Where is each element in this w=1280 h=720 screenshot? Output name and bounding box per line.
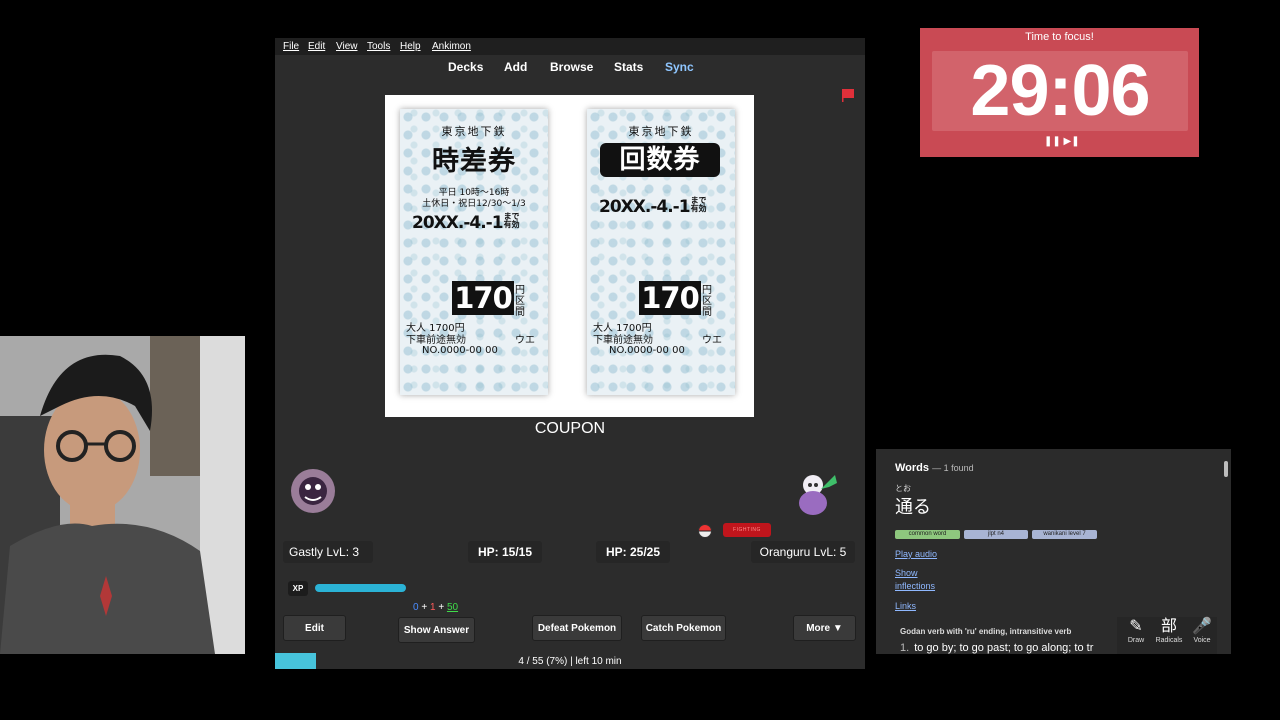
ticket-price: 170 — [639, 281, 701, 315]
dictionary-panel: Words — 1 found とお 通る common word jlpt n… — [876, 449, 1231, 654]
stats-link[interactable]: Stats — [614, 60, 643, 74]
learn-count: 1 — [429, 602, 436, 613]
ticket-date: 20XX.-4.-1 — [599, 197, 691, 217]
defeat-pokemon-button[interactable]: Defeat Pokemon — [532, 615, 622, 641]
timer-title: Time to focus! — [1025, 31, 1094, 43]
words-title: Words — [895, 462, 930, 474]
scrollbar[interactable] — [1224, 461, 1228, 477]
menu-file[interactable]: File — [283, 41, 299, 52]
edit-button[interactable]: Edit — [283, 615, 346, 641]
review-count: 50 — [446, 602, 459, 613]
show-link[interactable]: Show — [895, 568, 918, 578]
flag-icon[interactable] — [841, 88, 855, 102]
part-of-speech: Godan verb with 'ru' ending, intransitiv… — [900, 627, 1072, 636]
decks-link[interactable]: Decks — [448, 60, 483, 74]
menu-edit[interactable]: Edit — [308, 41, 325, 52]
words-header: Words — 1 found — [895, 462, 974, 474]
ticket-date-suffix: まで有効 — [503, 212, 520, 229]
menu-help[interactable]: Help — [400, 41, 421, 52]
xp-label: XP — [288, 581, 308, 596]
fighting-badge: FIGHTING — [723, 523, 771, 537]
tag-jlpt: jlpt n4 — [964, 530, 1028, 539]
pencil-icon: ✎ — [1129, 618, 1143, 635]
ticket-price-unit: 円区間 — [702, 285, 712, 318]
enemy-name-level: Oranguru LvL: 5 — [751, 541, 855, 563]
draw-label: Draw — [1127, 637, 1145, 644]
show-answer-button[interactable]: Show Answer — [398, 617, 475, 643]
oranguru-sprite — [799, 475, 837, 515]
ticket-code: ウエ — [702, 335, 722, 346]
catch-pokemon-button[interactable]: Catch Pokemon — [641, 615, 726, 641]
play-audio-link[interactable]: Play audio — [895, 549, 937, 559]
card-image: 東京地下鉄 時差券 平日 10時〜16時 土休日・祝日12/30〜1/3 20X… — [385, 95, 754, 417]
menu-ankimon[interactable]: Ankimon — [432, 41, 471, 52]
timer-controls[interactable]: ❚❚ ▶❚ — [1044, 136, 1080, 147]
ticket-date: 20XX.-4.-1 — [412, 213, 504, 233]
ticket-date-suffix: まで有効 — [690, 196, 707, 213]
browse-link[interactable]: Browse — [550, 60, 593, 74]
definition-text: to go by; to go past; to go along; to tr — [914, 642, 1094, 654]
menu-bar: File Edit View Tools Help Ankimon — [275, 38, 865, 55]
pokeball-icon — [698, 524, 712, 538]
anki-window: File Edit View Tools Help Ankimon Decks … — [275, 38, 865, 669]
radical-icon: 部 — [1160, 618, 1177, 635]
ticket-note: 下車前途無効 — [406, 335, 466, 346]
progress-text: 4 / 55 (7%) | left 10 min — [518, 656, 622, 667]
ticket-company: 東京地下鉄 — [441, 125, 507, 138]
words-found-count: — 1 found — [932, 463, 974, 473]
ticket-title: 回数券 — [600, 143, 720, 177]
input-tools: ✎ Draw 部 Radicals 🎤 Voice — [1117, 617, 1217, 654]
ticket-holiday: 土休日・祝日12/30〜1/3 — [422, 199, 526, 209]
definition-number: 1. — [900, 642, 910, 654]
more-button[interactable]: More ▼ — [793, 615, 856, 641]
top-links: Decks Add Browse Stats Sync — [275, 59, 865, 77]
tag-wanikani: wanikani level 7 — [1032, 530, 1097, 539]
new-count: 0 — [413, 602, 419, 613]
add-link[interactable]: Add — [504, 60, 527, 74]
menu-tools[interactable]: Tools — [367, 41, 390, 52]
ticket-price: 170 — [452, 281, 514, 315]
ticket-hours: 平日 10時〜16時 — [438, 188, 510, 198]
ticket-coupon: 東京地下鉄 回数券 20XX.-4.-1まで有効 170 円区間 大人 1700… — [587, 109, 735, 395]
ticket-price-unit: 円区間 — [515, 285, 525, 318]
answer-text: COUPON — [534, 420, 606, 437]
ticket-note: 下車前途無効 — [593, 335, 653, 346]
ticket-off-peak: 東京地下鉄 時差券 平日 10時〜16時 土休日・祝日12/30〜1/3 20X… — [400, 109, 548, 395]
focus-timer: Time to focus! 29:06 ❚❚ ▶❚ — [920, 28, 1199, 157]
inflections-link[interactable]: inflections — [895, 581, 935, 591]
draw-tool[interactable]: ✎ Draw — [1121, 617, 1151, 644]
timer-time: 29:06 — [970, 51, 1150, 131]
ticket-number: NO.0000-00 00 — [422, 345, 498, 356]
menu-view[interactable]: View — [336, 41, 358, 52]
due-counts: 0 + 1 + 50 — [413, 602, 459, 613]
radicals-label: Radicals — [1155, 637, 1183, 644]
ticket-title: 時差券 — [432, 146, 516, 177]
links-link[interactable]: Links — [895, 601, 916, 611]
ticket-code: ウエ — [515, 335, 535, 346]
voice-label: Voice — [1193, 637, 1211, 644]
webcam-feed — [0, 336, 245, 654]
timer-display: 29:06 — [932, 51, 1188, 131]
ticket-number: NO.0000-00 00 — [609, 345, 685, 356]
gastly-sprite — [291, 469, 335, 513]
sync-link[interactable]: Sync — [665, 60, 694, 74]
microphone-icon: 🎤 — [1192, 618, 1212, 635]
tag-common-word: common word — [895, 530, 960, 539]
player-name-level: Gastly LvL: 3 — [283, 541, 373, 563]
dictionary-word: 通る — [895, 497, 931, 518]
player-hp: HP: 15/15 — [468, 541, 542, 563]
ticket-company: 東京地下鉄 — [628, 125, 694, 138]
enemy-hp: HP: 25/25 — [596, 541, 670, 563]
radicals-tool[interactable]: 部 Radicals — [1154, 617, 1184, 644]
xp-bar — [315, 584, 406, 592]
definition: 1. to go by; to go past; to go along; to … — [900, 642, 1093, 654]
voice-tool[interactable]: 🎤 Voice — [1187, 617, 1217, 644]
